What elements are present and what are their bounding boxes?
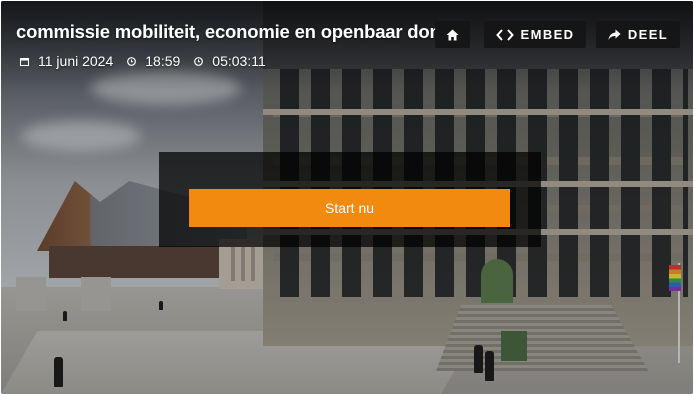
video-meta: 11 juni 2024 18:59 05:03:11 [20,53,280,69]
home-icon [446,29,459,41]
meta-duration: 05:03:11 [194,53,266,69]
start-now-button[interactable]: Start nu [189,189,510,227]
share-button-label: DEEL [627,27,669,42]
meta-date-text: 11 juni 2024 [38,53,114,69]
share-arrow-icon [608,29,621,41]
top-gradient [1,1,693,91]
code-brackets-icon [495,28,514,41]
duration-icon [194,56,204,66]
video-title: commissie mobiliteit, economie en openba… [16,21,436,42]
clock-icon [127,56,137,66]
meta-time: 18:59 [127,53,180,69]
calendar-icon [20,57,29,66]
meta-duration-text: 05:03:11 [212,53,266,69]
share-button[interactable]: DEEL [596,21,680,48]
video-player[interactable]: commissie mobiliteit, economie en openba… [1,1,693,394]
meta-date: 11 juni 2024 [20,53,113,69]
embed-button-label: EMBED [520,27,575,42]
embed-button[interactable]: EMBED [484,21,586,48]
home-button[interactable] [435,21,470,48]
meta-time-text: 18:59 [145,53,181,69]
